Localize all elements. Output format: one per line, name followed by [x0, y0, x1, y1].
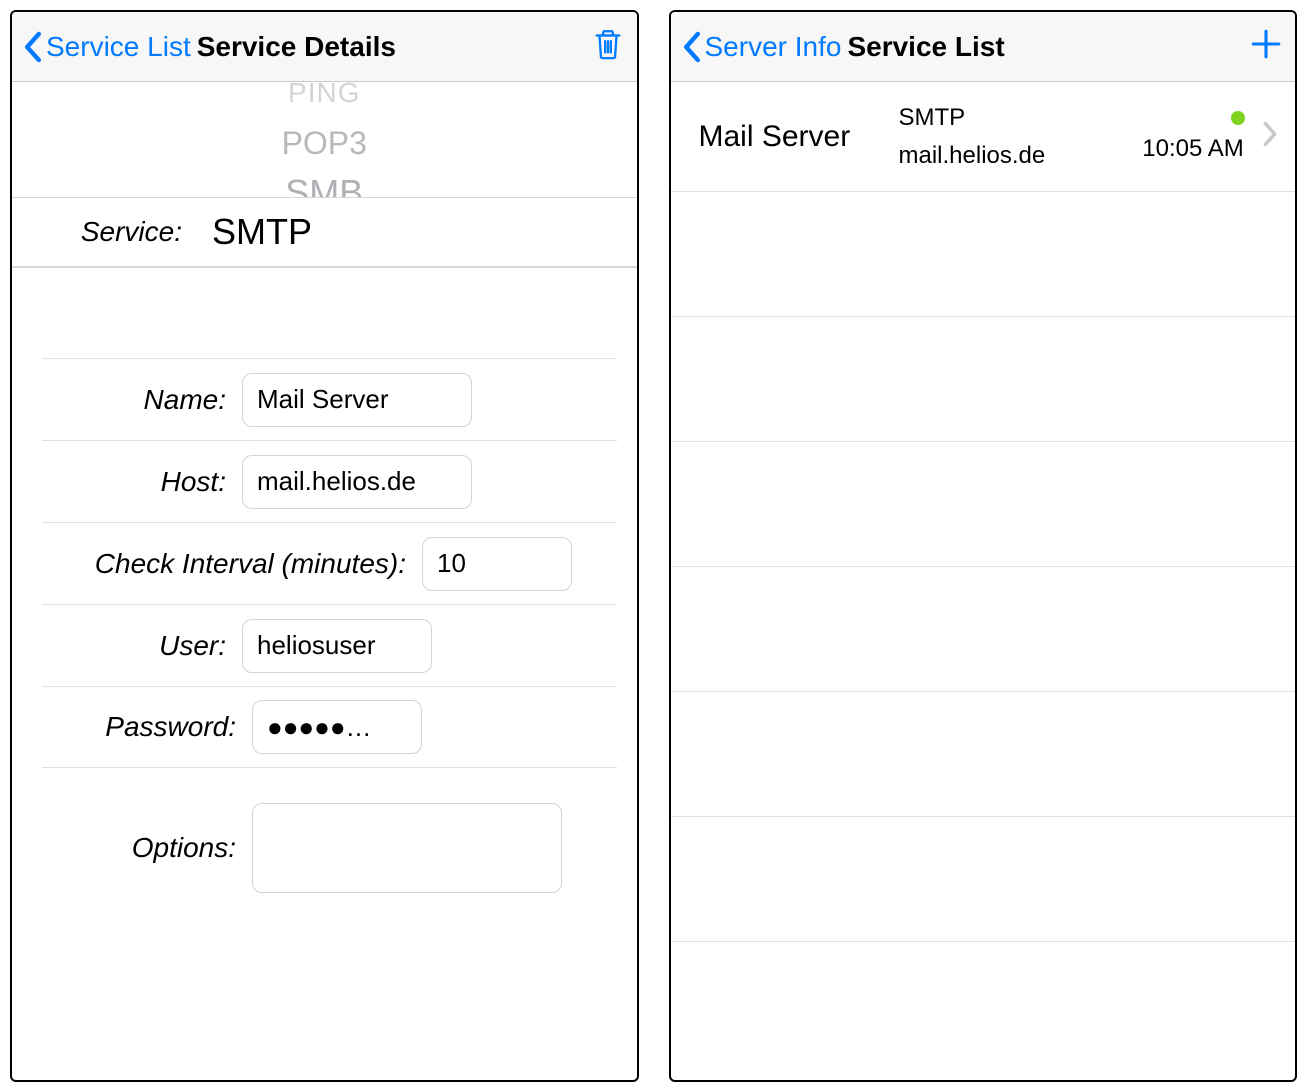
row-interval: Check Interval (minutes):: [42, 522, 617, 604]
service-details-panel: Service List Service Details PING POP3 S…: [10, 10, 639, 1082]
list-item-service: SMTP: [899, 104, 1134, 132]
service-selected-row: Service: SMTP: [12, 197, 637, 267]
status-dot-icon: [1231, 111, 1245, 125]
empty-row: [671, 817, 1296, 942]
name-input[interactable]: [242, 373, 472, 427]
page-title-left: Service Details: [197, 31, 396, 63]
service-picker[interactable]: PING POP3 SMB Service: SMTP: [12, 82, 637, 268]
list-item-host: mail.helios.de: [899, 142, 1134, 170]
options-label: Options:: [42, 832, 252, 864]
empty-row: [671, 192, 1296, 317]
trash-icon: [591, 27, 625, 66]
navbar-left: Service List Service Details: [12, 12, 637, 82]
chevron-left-icon: [683, 31, 701, 63]
host-input[interactable]: [242, 455, 472, 509]
interval-input[interactable]: [422, 537, 572, 591]
service-value: SMTP: [212, 211, 312, 253]
name-label: Name:: [42, 384, 242, 416]
list-item-details: SMTP mail.helios.de: [899, 104, 1134, 170]
service-list: Mail Server SMTP mail.helios.de 10:05 AM: [671, 82, 1296, 1080]
row-options: Options:: [42, 768, 617, 928]
row-user: User:: [42, 604, 617, 686]
empty-row: [671, 942, 1296, 1067]
list-item-status-col: 10:05 AM: [1133, 111, 1253, 163]
back-label: Service List: [46, 31, 191, 63]
back-label: Server Info: [705, 31, 842, 63]
user-input[interactable]: [242, 619, 432, 673]
password-input[interactable]: [252, 700, 422, 754]
page-title-right: Service List: [847, 31, 1004, 63]
interval-label: Check Interval (minutes):: [42, 548, 422, 580]
options-input[interactable]: [252, 803, 562, 893]
empty-row: [671, 692, 1296, 817]
host-label: Host:: [42, 466, 242, 498]
service-form: Name: Host: Check Interval (minutes): Us…: [12, 268, 637, 928]
chevron-right-icon: [1263, 121, 1277, 152]
delete-button[interactable]: [591, 27, 625, 66]
row-name: Name:: [42, 358, 617, 440]
service-list-panel: Server Info Service List Mail Server SMT…: [669, 10, 1298, 1082]
row-host: Host:: [42, 440, 617, 522]
picker-option: PING: [12, 82, 637, 118]
chevron-left-icon: [24, 31, 42, 63]
row-password: Password:: [42, 686, 617, 768]
picker-option: POP3: [12, 118, 637, 168]
empty-row: [671, 567, 1296, 692]
empty-row: [671, 317, 1296, 442]
list-item-name: Mail Server: [699, 120, 899, 154]
empty-row: [671, 442, 1296, 567]
navbar-right: Server Info Service List: [671, 12, 1296, 82]
add-button[interactable]: [1249, 27, 1283, 66]
service-label: Service:: [32, 216, 212, 248]
back-button-service-list[interactable]: Service List: [24, 31, 191, 63]
user-label: User:: [42, 630, 242, 662]
password-label: Password:: [42, 711, 252, 743]
plus-icon: [1249, 27, 1283, 66]
list-item[interactable]: Mail Server SMTP mail.helios.de 10:05 AM: [671, 82, 1296, 192]
back-button-server-info[interactable]: Server Info: [683, 31, 842, 63]
list-item-time: 10:05 AM: [1142, 135, 1243, 163]
